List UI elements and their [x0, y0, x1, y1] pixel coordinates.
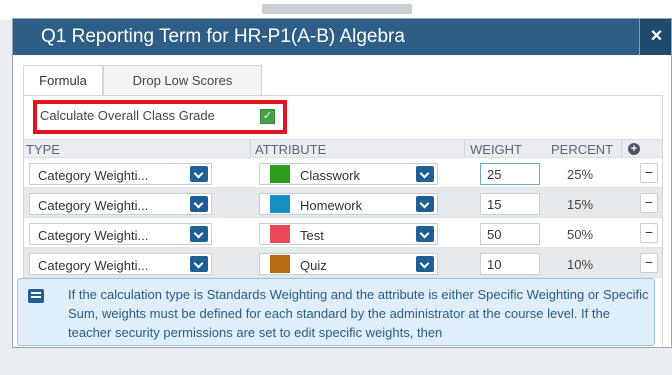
remove-row-button[interactable]: − [640, 163, 658, 183]
chevron-down-icon[interactable] [416, 256, 434, 272]
percent-value: 50% [567, 227, 594, 242]
type-select[interactable]: Category Weighti... [29, 193, 212, 215]
dialog-titlebar: Q1 Reporting Term for HR-P1(A-B) Algebra… [13, 19, 671, 55]
attribute-select[interactable]: Classwork [259, 163, 438, 185]
chevron-down-icon[interactable] [190, 196, 208, 212]
table-row: Category Weighti... Quiz 10% − [24, 248, 662, 278]
close-button[interactable]: × [639, 19, 671, 55]
column-percent: PERCENT [551, 142, 614, 157]
chevron-down-icon[interactable] [416, 196, 434, 212]
color-swatch [270, 225, 290, 243]
chevron-down-icon[interactable] [416, 166, 434, 182]
color-swatch [270, 195, 290, 213]
remove-row-button[interactable]: − [640, 253, 658, 273]
message-icon [28, 289, 44, 303]
type-select-value: Category Weighti... [38, 198, 149, 213]
attribute-select[interactable]: Quiz [259, 253, 438, 275]
color-swatch [270, 165, 290, 183]
calculate-overall-label: Calculate Overall Class Grade [40, 108, 215, 123]
background-page [0, 0, 672, 20]
column-type: TYPE [26, 142, 60, 157]
weight-input[interactable] [480, 193, 540, 215]
column-attribute: ATTRIBUTE [255, 142, 327, 157]
type-select[interactable]: Category Weighti... [29, 223, 212, 245]
attribute-select[interactable]: Test [259, 223, 438, 245]
attribute-select-value: Classwork [300, 168, 360, 183]
remove-row-button[interactable]: − [640, 193, 658, 213]
type-select-value: Category Weighti... [38, 168, 149, 183]
weight-input[interactable] [480, 223, 540, 245]
tab-drop-low-scores[interactable]: Drop Low Scores [103, 65, 262, 96]
calculate-overall-row: Calculate Overall Class Grade ✓ [24, 96, 662, 134]
background-text [262, 4, 412, 14]
info-message: If the calculation type is Standards Wei… [17, 278, 655, 346]
column-weight: WEIGHT [470, 142, 522, 157]
chevron-down-icon[interactable] [190, 256, 208, 272]
grid-header: TYPE ATTRIBUTE WEIGHT PERCENT + [24, 139, 662, 158]
calculate-overall-checkbox[interactable]: ✓ [260, 109, 275, 124]
percent-value: 15% [567, 197, 594, 212]
percent-value: 10% [567, 257, 594, 272]
type-select[interactable]: Category Weighti... [29, 163, 212, 185]
type-select[interactable]: Category Weighti... [29, 253, 212, 275]
chevron-down-icon[interactable] [190, 226, 208, 242]
type-select-value: Category Weighti... [38, 228, 149, 243]
column-divider [621, 140, 622, 157]
weight-input[interactable] [480, 163, 540, 185]
tab-formula[interactable]: Formula [23, 65, 103, 96]
attribute-select-value: Quiz [300, 258, 327, 273]
dialog-title: Q1 Reporting Term for HR-P1(A-B) Algebra [41, 26, 405, 47]
column-divider [464, 140, 465, 157]
plus-circle-icon[interactable]: + [628, 143, 640, 155]
color-swatch [270, 255, 290, 273]
chevron-down-icon[interactable] [190, 166, 208, 182]
info-message-text: If the calculation type is Standards Wei… [68, 287, 649, 340]
table-row: Category Weighti... Classwork 25% − [24, 158, 662, 188]
column-divider [250, 140, 251, 157]
attribute-select[interactable]: Homework [259, 193, 438, 215]
weight-input[interactable] [480, 253, 540, 275]
attribute-select-value: Homework [300, 198, 363, 213]
attribute-select-value: Test [300, 228, 324, 243]
type-select-value: Category Weighti... [38, 258, 149, 273]
table-row: Category Weighti... Test 50% − [24, 218, 662, 248]
percent-value: 25% [567, 167, 594, 182]
table-row: Category Weighti... Homework 15% − [24, 188, 662, 218]
chevron-down-icon[interactable] [416, 226, 434, 242]
remove-row-button[interactable]: − [640, 223, 658, 243]
